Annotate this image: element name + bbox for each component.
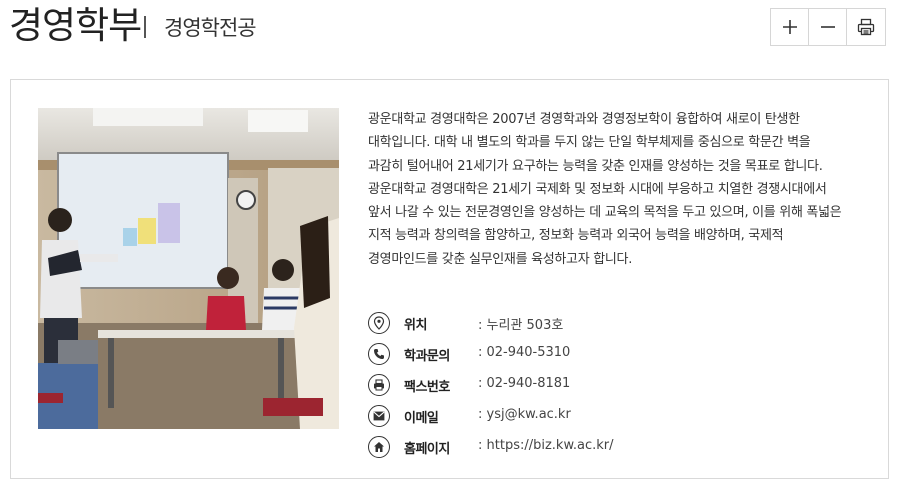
mail-icon	[368, 405, 390, 427]
info-label: 팩스번호	[404, 380, 450, 395]
fax-icon	[368, 374, 390, 396]
info-label: 위치	[404, 318, 427, 333]
description-line: 광운대학교 경영대학은 21세기 국제화 및 정보화 시대에 부응하고 치열한 …	[368, 181, 827, 197]
description-line: 대학입니다. 대학 내 별도의 학과를 두지 않는 단일 학부체제를 중심으로 …	[368, 135, 811, 151]
department-description: 광운대학교 경영대학은 2007년 경영학과와 경영정보학이 융합하여 새로이 …	[368, 108, 868, 271]
minus-icon	[820, 26, 835, 28]
classroom-photo	[38, 108, 339, 429]
plus-icon	[782, 20, 797, 34]
info-row-homepage: 홈페이지 : https://biz.kw.ac.kr/	[368, 434, 768, 460]
info-row-fax: 팩스번호 : 02-940-8181	[368, 372, 768, 398]
info-value: : ysj@kw.ac.kr	[478, 407, 571, 422]
print-button[interactable]	[847, 9, 885, 45]
description-line: 과감히 털어내어 21세기가 요구하는 능력을 갖춘 인재를 양성하는 것을 목…	[368, 158, 823, 174]
info-label: 이메일	[404, 411, 439, 426]
page-title: 경영학부	[9, 4, 142, 47]
homepage-link[interactable]: : https://biz.kw.ac.kr/	[478, 438, 614, 453]
home-icon	[368, 436, 390, 458]
description-line: 지적 능력과 창의력을 함양하고, 정보화 능력과 외국어 능력을 배양하며, …	[368, 228, 784, 244]
zoom-out-button[interactable]	[809, 9, 847, 45]
zoom-in-button[interactable]	[771, 9, 809, 45]
info-value: : 02-940-8181	[478, 376, 571, 391]
info-label: 학과문의	[404, 349, 450, 364]
info-row-location: 위치 : 누리관 503호	[368, 310, 768, 336]
printer-icon	[857, 18, 875, 36]
description-line: 앞서 나갈 수 있는 전문경영인을 양성하는 데 교육의 목적을 두고 있으며,…	[368, 205, 842, 221]
info-row-email: 이메일 : ysj@kw.ac.kr	[368, 403, 768, 429]
page-subtitle: 경영학전공	[164, 16, 257, 40]
title-divider	[144, 16, 146, 38]
phone-icon	[368, 343, 390, 365]
description-line: 경영마인드를 갖춘 실무인재를 육성하고자 합니다.	[368, 251, 633, 267]
location-pin-icon	[368, 312, 390, 334]
info-value: : 02-940-5310	[478, 345, 571, 360]
description-line: 광운대학교 경영대학은 2007년 경영학과와 경영정보학이 융합하여 새로이 …	[368, 112, 800, 127]
info-value: : 누리관 503호	[478, 318, 564, 333]
info-row-phone: 학과문의 : 02-940-5310	[368, 341, 768, 367]
info-label: 홈페이지	[404, 442, 450, 457]
view-toolbar	[770, 8, 886, 46]
